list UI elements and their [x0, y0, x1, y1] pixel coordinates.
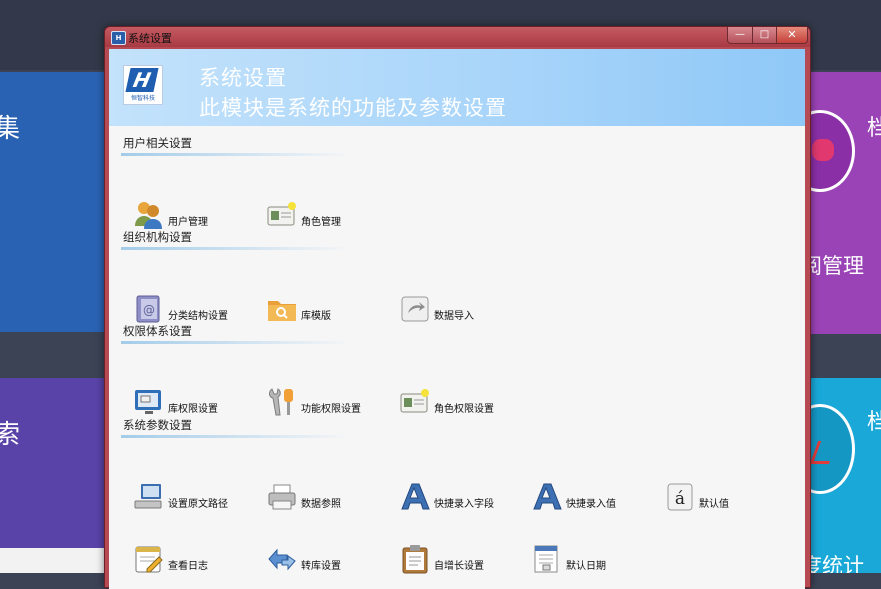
- tool-label: 快捷录入值: [566, 499, 616, 510]
- tool-label: 设置原文路径: [168, 499, 228, 510]
- tool-quick-input-field[interactable]: 快捷录入字段: [399, 479, 524, 515]
- background-tile-label: 档: [867, 410, 881, 435]
- system-settings-window: H 系统设置 — □ ✕ H 恒智科技 系统设置 此模块是系统的功能及参数设置 …: [104, 26, 811, 589]
- background-tile-purple: 索: [0, 378, 110, 548]
- background-tile-label: 阅管理: [805, 254, 864, 278]
- network-computer-icon: [134, 484, 162, 509]
- section-title-system-params: 系统参数设置: [123, 418, 192, 432]
- minimize-button[interactable]: —: [727, 27, 753, 44]
- tool-label: 用户管理: [168, 217, 208, 228]
- users-icon: [135, 202, 162, 229]
- folder-search-icon: [268, 301, 296, 321]
- tool-quick-input-value[interactable]: 快捷录入值: [531, 479, 656, 515]
- tool-default-value[interactable]: á 默认值: [664, 479, 789, 515]
- tool-category-structure[interactable]: @ 分类结构设置: [133, 291, 258, 327]
- background-tile-label: 档: [867, 116, 881, 141]
- section-title-user: 用户相关设置: [123, 136, 192, 150]
- section-title-organization: 组织机构设置: [123, 230, 192, 244]
- printer-icon: [268, 484, 296, 510]
- background-tile-label: 度统计: [805, 554, 864, 573]
- tool-user-management[interactable]: 用户管理: [133, 197, 258, 233]
- logo-text: 恒智科技: [130, 95, 155, 102]
- section-divider: [121, 247, 351, 250]
- tool-original-path[interactable]: 设置原文路径: [133, 479, 258, 515]
- letter-a-acute-icon: á: [667, 483, 693, 511]
- window-content: H 恒智科技 系统设置 此模块是系统的功能及参数设置 用户相关设置 用户管理 角…: [109, 49, 805, 589]
- tool-transfer-library[interactable]: 转库设置: [266, 541, 391, 577]
- background-tile-blue: 集: [0, 72, 110, 332]
- id-card-icon: [267, 202, 296, 226]
- tool-data-import[interactable]: 数据导入: [399, 291, 524, 327]
- tool-default-date[interactable]: 默认日期: [531, 541, 656, 577]
- flower-icon: [812, 139, 834, 161]
- window-title: 系统设置: [128, 32, 172, 45]
- tool-label: 默认值: [699, 499, 729, 510]
- tool-role-management[interactable]: 角色管理: [266, 197, 391, 233]
- tool-library-template[interactable]: 库模版: [266, 291, 391, 327]
- section-title-permission: 权限体系设置: [123, 324, 192, 338]
- svg-text:á: á: [675, 489, 685, 509]
- tool-label: 角色管理: [301, 217, 341, 228]
- monitor-window-icon: [135, 390, 161, 414]
- tool-label: 数据参照: [301, 499, 341, 510]
- notepad-pencil-icon: [135, 546, 163, 573]
- address-book-icon: @: [136, 295, 160, 323]
- window-titlebar[interactable]: H 系统设置 — □ ✕: [105, 27, 810, 47]
- maximize-button[interactable]: □: [752, 27, 777, 44]
- tool-label: 默认日期: [566, 561, 606, 572]
- background-tile-white: [0, 548, 110, 573]
- tool-label: 分类结构设置: [168, 311, 228, 322]
- section-divider: [121, 341, 351, 344]
- tool-view-log[interactable]: 查看日志: [133, 541, 258, 577]
- header-banner: H 恒智科技 系统设置 此模块是系统的功能及参数设置: [109, 49, 805, 126]
- tool-label: 功能权限设置: [301, 404, 361, 415]
- background-tile-label: 索: [0, 420, 21, 450]
- tool-function-permission[interactable]: 功能权限设置: [266, 384, 391, 420]
- banner-subtitle: 此模块是系统的功能及参数设置: [199, 96, 507, 120]
- section-divider: [121, 435, 351, 438]
- app-icon: H: [111, 31, 126, 45]
- company-logo: H 恒智科技: [123, 65, 163, 105]
- letter-a-icon: [533, 483, 562, 510]
- tool-label: 转库设置: [301, 561, 341, 572]
- tool-role-permission[interactable]: 角色权限设置: [399, 384, 524, 420]
- background-circle-icon: [805, 404, 855, 494]
- background-circle-icon: [805, 110, 855, 192]
- wrench-icon: [269, 388, 293, 416]
- tool-label: 查看日志: [168, 561, 208, 572]
- tool-auto-increment[interactable]: 自增长设置: [399, 541, 524, 577]
- background-tile-cyan: 档 度统计: [805, 378, 881, 573]
- transfer-arrows-icon: [268, 548, 296, 571]
- tool-label: 数据导入: [434, 311, 474, 322]
- letter-a-icon: [401, 483, 430, 510]
- tool-label: 库权限设置: [168, 404, 218, 415]
- section-divider: [121, 153, 351, 156]
- logo-mark: H: [125, 68, 159, 92]
- import-arrow-icon: [401, 296, 429, 322]
- svg-text:@: @: [143, 303, 155, 317]
- clipboard-icon: [402, 545, 428, 574]
- banner-title: 系统设置: [199, 66, 287, 90]
- background-tile-label: 集: [0, 114, 21, 144]
- tool-label: 快捷录入字段: [434, 499, 494, 510]
- tool-library-permission[interactable]: 库权限设置: [133, 384, 258, 420]
- document-calendar-icon: [534, 545, 558, 573]
- tool-data-reference[interactable]: 数据参照: [266, 479, 391, 515]
- tool-label: 库模版: [301, 311, 331, 322]
- background-tile-violet: 档 阅管理: [805, 72, 881, 334]
- tool-label: 角色权限设置: [434, 404, 494, 415]
- chart-check-icon: [809, 441, 838, 464]
- tool-label: 自增长设置: [434, 561, 484, 572]
- id-card-icon: [400, 389, 429, 413]
- close-button[interactable]: ✕: [776, 27, 808, 44]
